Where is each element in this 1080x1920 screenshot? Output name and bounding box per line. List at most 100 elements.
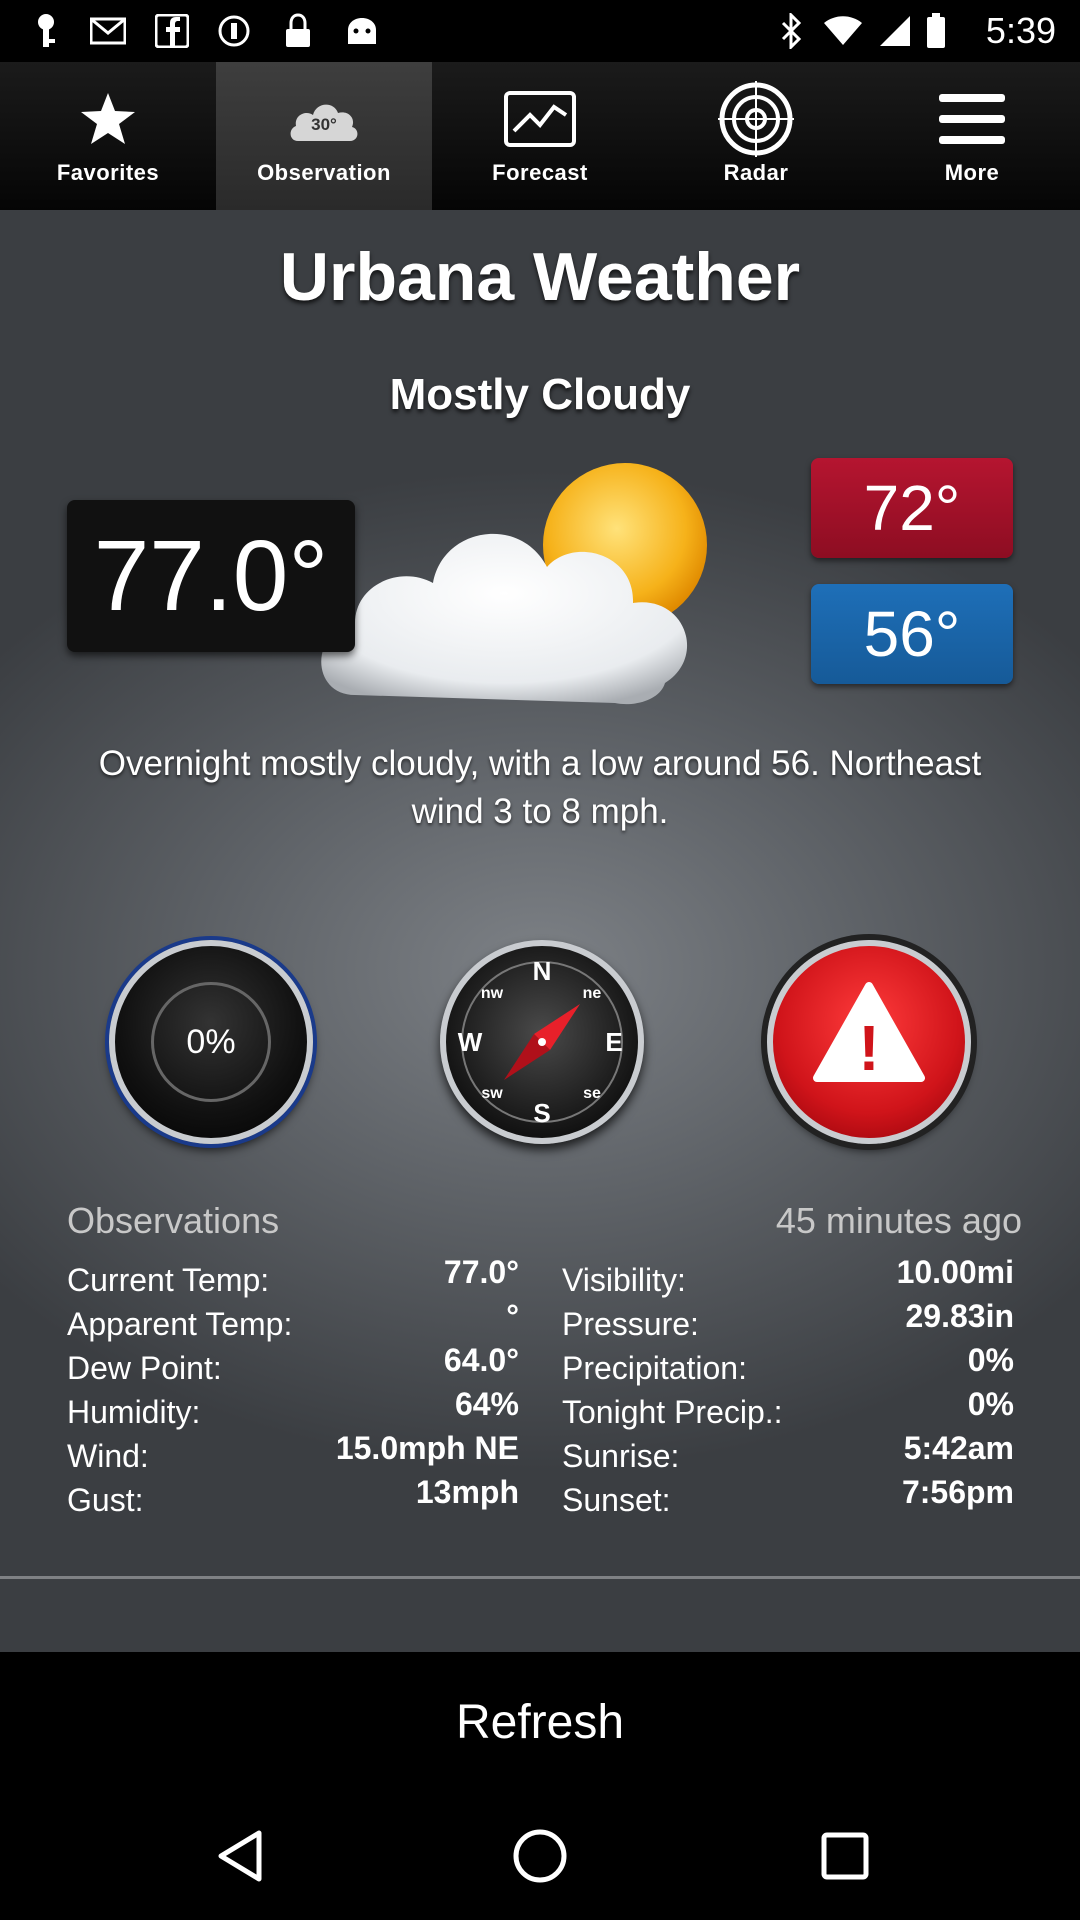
back-icon[interactable] [210, 1826, 270, 1886]
android-icon [342, 12, 382, 50]
obs-label: Sunset: [562, 1482, 671, 1518]
obs-label: Humidity: [67, 1394, 201, 1430]
system-nav-bar [0, 1792, 1080, 1920]
obs-label: Tonight Precip.: [562, 1394, 783, 1430]
section-divider [0, 1576, 1080, 1579]
obs-row-sunset: Sunset: 7:56pm [562, 1474, 1014, 1518]
obs-row-sunrise: Sunrise: 5:42am [562, 1430, 1014, 1474]
obs-label: Current Temp: [67, 1262, 270, 1298]
obs-label: Sunrise: [562, 1438, 680, 1474]
page-title: Urbana Weather [279, 239, 801, 315]
refresh-button[interactable]: Refresh [0, 1652, 1080, 1792]
obs-value: 77.0° [443, 1254, 519, 1290]
obs-value: 7:56pm [901, 1474, 1014, 1510]
current-temp-display: 77.0° [67, 500, 355, 652]
compass-n: N [533, 956, 552, 986]
menu-icon [932, 84, 1012, 154]
compass-sw: sw [481, 1085, 503, 1102]
chart-icon [500, 84, 580, 154]
obs-value: 64% [454, 1386, 519, 1422]
alert-symbol: ! [858, 1012, 879, 1084]
recents-icon[interactable] [815, 1826, 875, 1886]
obs-label: Apparent Temp: [67, 1306, 293, 1342]
weather-alert-dial[interactable]: ! [767, 940, 971, 1144]
obs-row-current-temp: Current Temp: 77.0° [67, 1254, 519, 1298]
observations-right-column: Visibility: 10.00mi Pressure: 29.83in Pr… [562, 1254, 1014, 1518]
tab-bar: Favorites 30° Observation Forecast Radar… [0, 62, 1080, 210]
tab-forecast-label: Forecast [492, 160, 588, 185]
cloud-30-icon: 30° [284, 84, 364, 154]
observation-panel: Urbana Weather Mostly Cloudy 77.0° 72° 5… [0, 210, 1080, 1652]
obs-row-apparent-temp: Apparent Temp: ° [67, 1298, 519, 1342]
obs-value: 64.0° [443, 1342, 519, 1378]
obs-row-precipitation: Precipitation: 0% [562, 1342, 1014, 1386]
tab-radar[interactable]: Radar [648, 62, 864, 210]
observations-left-column: Current Temp: 77.0° Apparent Temp: ° Dew… [67, 1254, 519, 1518]
observations-updated: 45 minutes ago [775, 1200, 1022, 1241]
tab-more[interactable]: More [864, 62, 1080, 210]
obs-row-humidity: Humidity: 64% [67, 1386, 519, 1430]
obs-row-gust: Gust: 13mph [67, 1474, 519, 1518]
obs-value: 5:42am [903, 1430, 1014, 1466]
refresh-label: Refresh [455, 1695, 625, 1749]
obs-value: ° [506, 1298, 519, 1334]
compass-ne: ne [583, 985, 602, 1002]
precip-value: 0% [151, 982, 271, 1102]
high-temp-badge: 72° [811, 458, 1013, 558]
compass-e: E [605, 1027, 622, 1057]
obs-row-tonight-precip: Tonight Precip.: 0% [562, 1386, 1014, 1430]
compass-se: se [583, 1085, 601, 1102]
obs-value: 15.0mph NE [335, 1430, 519, 1466]
tab-observation-label: Observation [257, 160, 391, 185]
tab-forecast[interactable]: Forecast [432, 62, 648, 210]
obs-value: 29.83in [905, 1298, 1014, 1334]
wind-compass-dial[interactable]: N S E W ne nw se sw [440, 940, 644, 1144]
key-icon [28, 12, 64, 50]
obs-label: Pressure: [562, 1306, 699, 1342]
condition-text: Mostly Cloudy [389, 370, 691, 419]
tab-radar-label: Radar [723, 160, 789, 185]
obs-value: 0% [967, 1342, 1014, 1378]
precipitation-dial[interactable]: 0% [109, 940, 313, 1144]
observations-title: Observations [67, 1200, 280, 1241]
obs-value: 0% [967, 1386, 1014, 1422]
obs-row-pressure: Pressure: 29.83in [562, 1298, 1014, 1342]
obs-value: 13mph [415, 1474, 519, 1510]
status-time: 5:39 [985, 10, 1056, 51]
observations-header: Observations 45 minutes ago [67, 1200, 1022, 1244]
obs-value: 10.00mi [896, 1254, 1014, 1290]
tab-favorites-label: Favorites [56, 160, 160, 185]
compass-s: S [533, 1098, 550, 1128]
signal-icon [876, 12, 914, 50]
wifi-icon [822, 12, 864, 50]
status-bar: 5:39 [0, 0, 1080, 62]
tab-favorites[interactable]: Favorites [0, 62, 216, 210]
obs-row-dew-point: Dew Point: 64.0° [67, 1342, 519, 1386]
battery-icon [924, 12, 948, 50]
radar-icon [716, 81, 796, 157]
bluetooth-icon [776, 12, 806, 50]
cloud-30-text: 30° [311, 115, 337, 134]
obs-label: Visibility: [562, 1262, 686, 1298]
sync-icon [214, 12, 254, 50]
obs-row-visibility: Visibility: 10.00mi [562, 1254, 1014, 1298]
obs-label: Wind: [67, 1438, 149, 1474]
alert-icon: ! [813, 982, 925, 1084]
home-icon[interactable] [510, 1826, 570, 1886]
star-icon [68, 84, 148, 154]
compass-w: W [458, 1027, 483, 1057]
mail-icon [88, 12, 128, 50]
obs-label: Gust: [67, 1482, 144, 1518]
compass-icon: N S E W ne nw se sw [458, 956, 623, 1128]
partly-cloudy-icon [315, 445, 775, 735]
low-temp-badge: 56° [811, 584, 1013, 684]
facebook-icon [152, 12, 192, 50]
tab-observation[interactable]: 30° Observation [216, 62, 432, 210]
lock-icon [280, 12, 316, 50]
tab-more-label: More [944, 160, 1000, 185]
obs-label: Precipitation: [562, 1350, 747, 1386]
forecast-summary: Overnight mostly cloudy, with a low arou… [98, 744, 982, 831]
compass-nw: nw [481, 985, 504, 1002]
obs-label: Dew Point: [67, 1350, 222, 1386]
obs-row-wind: Wind: 15.0mph NE [67, 1430, 519, 1474]
